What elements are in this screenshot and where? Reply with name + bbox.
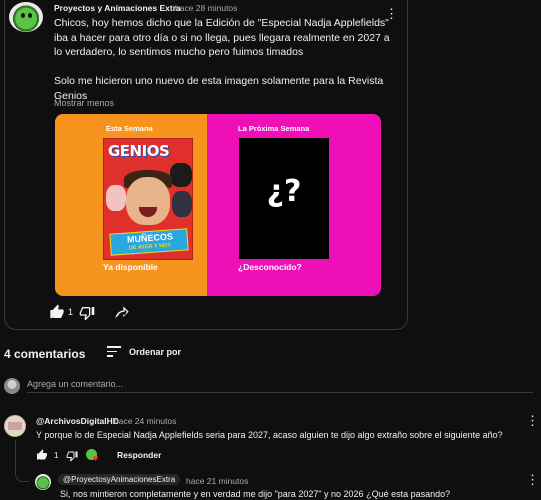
toy-illustration <box>170 163 192 187</box>
avatar-eye <box>21 13 25 18</box>
mystery-question-marks: ¿? <box>266 174 302 209</box>
sort-by-button[interactable]: Ordenar por <box>107 346 181 358</box>
avatar-image <box>8 422 22 430</box>
thumbs-down-icon <box>66 451 78 462</box>
cover-face <box>126 177 170 225</box>
reply-more-icon[interactable]: ⋮ <box>526 473 539 486</box>
share-button[interactable] <box>114 305 130 321</box>
commenter-avatar[interactable] <box>4 415 26 437</box>
share-icon <box>115 306 129 319</box>
sort-label: Ordenar por <box>129 347 182 357</box>
panel-title: Esta Semana <box>106 124 153 133</box>
comment-like-button[interactable]: 1 <box>36 449 58 461</box>
comment-more-icon[interactable]: ⋮ <box>526 414 539 427</box>
post-author[interactable]: Proyectos y Animaciones Extra <box>54 3 181 13</box>
thumbs-up-icon <box>50 304 64 318</box>
image-panel-this-week: Esta Semana GENIOS MUÑECOS DE AYER Y HOY… <box>55 114 207 296</box>
comment-author[interactable]: @ArchivosDigitalHD <box>36 416 119 426</box>
show-less-button[interactable]: Mostrar menos <box>54 98 114 108</box>
comment-text: Y porque lo de Especial Nadja Applefield… <box>36 430 503 440</box>
comment-dislike-button[interactable] <box>66 450 78 462</box>
sort-icon <box>107 346 121 358</box>
comments-count: 4 comentarios <box>4 347 86 361</box>
user-avatar <box>4 378 20 394</box>
panel-caption: Ya disponible <box>103 262 158 272</box>
creator-heart-icon: ♥ <box>86 449 102 463</box>
heart-icon: ♥ <box>93 453 99 463</box>
community-post: Proyectos y Animaciones Extra hace 28 mi… <box>4 0 408 330</box>
reply-author-badge[interactable]: @ProyectosyAnimacionesExtra <box>58 474 181 485</box>
post-paragraph: Chicos, hoy hemos dicho que la Edición d… <box>54 17 390 58</box>
thumbs-up-icon <box>37 449 47 460</box>
dislike-button[interactable] <box>79 305 95 321</box>
reply-text: Si, nos mintieron completamente y en ver… <box>60 489 451 499</box>
like-button[interactable]: 1 <box>49 304 73 320</box>
image-panel-next-week: La Próxima Semana ¿? ¿Desconocido? <box>207 114 381 296</box>
magazine-logo: GENIOS <box>108 142 170 160</box>
toy-illustration <box>106 185 126 211</box>
post-image[interactable]: Esta Semana GENIOS MUÑECOS DE AYER Y HOY… <box>55 114 381 296</box>
thumbs-down-icon <box>79 307 95 321</box>
reply-time[interactable]: hace 21 minutos <box>186 476 248 486</box>
reply-button[interactable]: Responder <box>117 450 161 460</box>
add-comment-input[interactable]: Agrega un comentario... <box>27 377 533 393</box>
avatar-eye <box>28 13 32 18</box>
channel-avatar[interactable] <box>9 2 43 32</box>
post-time[interactable]: hace 28 minutos <box>175 3 237 13</box>
mystery-cover: ¿? <box>239 138 329 259</box>
comment-like-count: 1 <box>54 450 59 460</box>
reply-avatar[interactable] <box>35 474 51 490</box>
comment-time[interactable]: hace 24 minutos <box>114 416 176 426</box>
like-count: 1 <box>68 307 74 317</box>
magazine-cover: GENIOS MUÑECOS DE AYER Y HOY <box>103 138 193 260</box>
toy-illustration <box>172 191 192 217</box>
thread-connector <box>15 440 29 482</box>
panel-caption: ¿Desconocido? <box>238 262 302 272</box>
panel-title: La Próxima Semana <box>238 124 310 133</box>
